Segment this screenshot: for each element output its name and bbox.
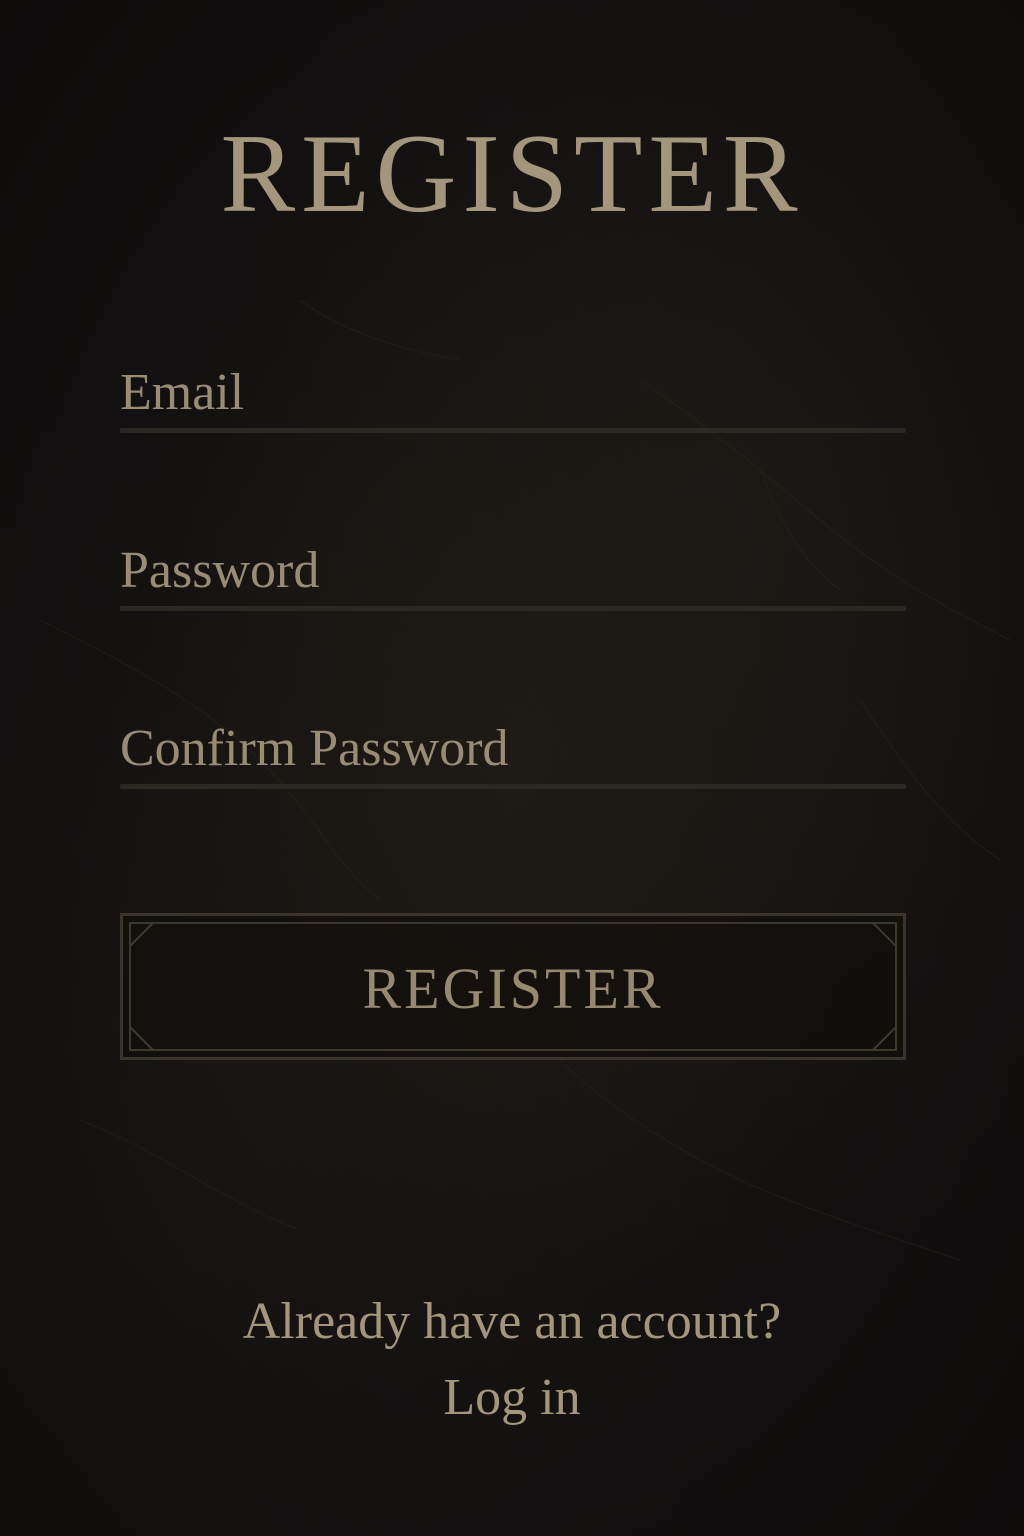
register-button-label: REGISTER — [362, 956, 664, 1021]
register-button[interactable]: REGISTER — [120, 913, 906, 1060]
confirm-password-field[interactable] — [120, 714, 906, 784]
password-field[interactable] — [120, 536, 906, 606]
email-field-group — [120, 358, 906, 433]
login-link[interactable]: Log in — [0, 1372, 1024, 1424]
confirm-password-field-group — [120, 714, 906, 789]
email-field[interactable] — [120, 358, 906, 428]
confirm-password-underline — [120, 784, 906, 789]
page-title: REGISTER — [220, 112, 804, 236]
password-field-group — [120, 536, 906, 611]
email-underline — [120, 428, 906, 433]
already-have-account-text: Already have an account? — [242, 1293, 782, 1350]
password-underline — [120, 606, 906, 611]
